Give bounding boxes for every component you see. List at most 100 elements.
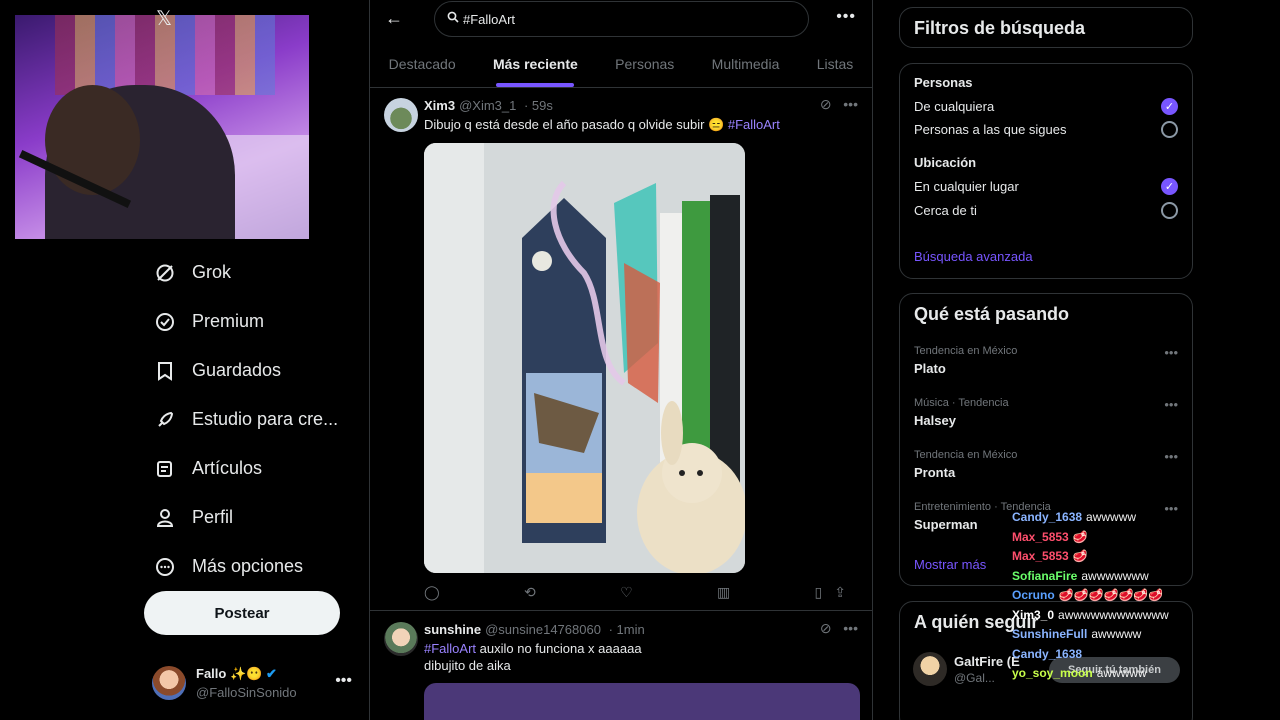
account-name: Fallo ✨😶 ✔	[196, 666, 277, 681]
follow-name: GaltFire (E	[954, 654, 1020, 669]
tweet[interactable]: Xim3 @Xim3_1 · 59s ⊘ ••• Dibujo q está de…	[370, 88, 872, 611]
nav-label: Artículos	[192, 458, 263, 478]
more-dots-icon[interactable]: •••	[1164, 397, 1178, 412]
tweet-author-name[interactable]: Xim3	[424, 98, 455, 113]
nav-item-mas-opciones[interactable]: Más opciones	[144, 542, 354, 591]
panel-title: Qué está pasando	[914, 304, 1070, 324]
more-circle-icon	[154, 556, 176, 578]
x-logo-icon[interactable]: 𝕏	[156, 6, 172, 31]
grok-icon	[154, 262, 176, 284]
more-dots-icon[interactable]: •••	[836, 8, 856, 26]
share-icon[interactable]: ⇪	[834, 584, 858, 600]
nav-item-estudio[interactable]: Estudio para cre...	[144, 395, 354, 444]
bookmark-share-icons: ▯⇪	[815, 584, 858, 601]
retweet-icon[interactable]: ⟲	[524, 584, 536, 601]
avatar[interactable]	[913, 652, 947, 686]
filter-location-near[interactable]: Cerca de ti	[914, 200, 1178, 220]
radio-checked-icon[interactable]: ✓	[1161, 97, 1178, 115]
tweet[interactable]: sunshine @sunsine14768060 · 1min ⊘ ••• #F…	[370, 612, 872, 720]
webcam-head	[45, 85, 140, 195]
tweet-header-icons: ⊘ •••	[820, 620, 858, 637]
tweet-media-image[interactable]	[424, 143, 745, 573]
chat-message: SunshineFull awwwww	[1012, 627, 1142, 641]
tweet-media-image[interactable]	[424, 683, 860, 720]
tab-listas[interactable]: Listas	[798, 44, 872, 87]
left-nav: Grok Premium Guardados Estudio para cre.…	[144, 248, 354, 591]
search-input[interactable]	[434, 1, 809, 37]
avatar	[152, 666, 186, 700]
avatar[interactable]	[384, 98, 418, 132]
chat-message: Candy_1638 awwwww	[1012, 510, 1137, 524]
article-icon	[154, 458, 176, 480]
person-icon	[154, 507, 176, 529]
tab-destacado[interactable]: Destacado	[370, 44, 474, 87]
trend-category: Tendencia en México	[914, 345, 1018, 357]
tweet-time[interactable]: · 1min	[609, 622, 645, 637]
hashtag-link[interactable]: #FalloArt	[424, 641, 476, 656]
nav-item-articulos[interactable]: Artículos	[144, 444, 354, 493]
tweet-time[interactable]: · 59s	[524, 98, 553, 113]
views-icon[interactable]: ▥	[717, 584, 730, 601]
nav-label: Perfil	[192, 507, 234, 527]
more-dots-icon[interactable]: •••	[1164, 345, 1178, 360]
filter-location-heading: Ubicación	[914, 155, 977, 170]
avatar[interactable]	[384, 622, 418, 656]
chat-message: SofianaFire awwwwwww	[1012, 568, 1149, 583]
back-arrow-icon[interactable]: ←	[385, 8, 403, 29]
webcam-overlay	[15, 15, 309, 239]
more-dots-icon[interactable]: •••	[335, 672, 352, 690]
grok-icon[interactable]: ⊘	[820, 96, 832, 112]
tab-mas-reciente[interactable]: Más reciente	[474, 44, 596, 87]
tab-personas[interactable]: Personas	[596, 44, 693, 87]
account-handle: @FalloSinSonido	[196, 685, 297, 700]
app-root: 𝕏 Grok Premium Guardados Estudio para cr…	[0, 0, 1280, 720]
filter-label: Cerca de ti	[914, 202, 977, 218]
stream-chat-overlay: Candy_1638 awwwww Max_5853 🥩 Max_5853 🥩 Sof…	[1012, 508, 1212, 698]
nav-item-grok[interactable]: Grok	[144, 248, 354, 297]
nav-label: Estudio para cre...	[192, 409, 339, 429]
trend-category: Música · Tendencia	[914, 397, 1009, 409]
post-button[interactable]: Postear	[144, 591, 340, 635]
nav-label: Guardados	[192, 360, 282, 380]
trend-name: Plato	[914, 361, 946, 376]
hashtag-link[interactable]: #FalloArt	[728, 117, 780, 132]
filter-label: De cualquiera	[914, 98, 995, 114]
tweet-text: Dibujo q está desde el año pasado q olvi…	[424, 117, 780, 132]
account-switcher[interactable]: Fallo ✨😶 ✔ @FalloSinSonido •••	[152, 660, 362, 706]
chat-message: yo_soy_moon awwwww	[1012, 666, 1147, 680]
tweet-author-handle[interactable]: @Xim3_1	[459, 98, 516, 113]
bookmark-icon[interactable]: ▯	[815, 584, 835, 600]
trend-item[interactable]: Tendencia en México Pronta •••	[914, 449, 1178, 480]
radio-checked-icon[interactable]: ✓	[1161, 177, 1178, 195]
nav-item-premium[interactable]: Premium	[144, 297, 354, 346]
tweet-text: #FalloArt auxilo no funciona x aaaaaa di…	[424, 641, 642, 673]
trend-item[interactable]: Tendencia en México Plato •••	[914, 345, 1178, 376]
tweet-author-name[interactable]: sunshine	[424, 622, 481, 637]
show-more-link[interactable]: Mostrar más	[914, 557, 986, 572]
premium-icon	[154, 311, 176, 333]
radio-icon[interactable]	[1161, 201, 1178, 219]
trend-item[interactable]: Música · Tendencia Halsey •••	[914, 397, 1178, 428]
main-column: ← ••• Destacado Más reciente Personas Mu…	[369, 0, 873, 720]
advanced-search-link[interactable]: Búsqueda avanzada	[914, 249, 1033, 264]
more-dots-icon[interactable]: •••	[1164, 449, 1178, 464]
nav-item-perfil[interactable]: Perfil	[144, 493, 354, 542]
filter-people-any[interactable]: De cualquiera ✓	[914, 96, 1178, 116]
filter-location-any[interactable]: En cualquier lugar ✓	[914, 176, 1178, 196]
trend-name: Halsey	[914, 413, 956, 428]
panel-title: Filtros de búsqueda	[914, 18, 1086, 38]
filter-people-heading: Personas	[914, 75, 973, 90]
tab-multimedia[interactable]: Multimedia	[693, 44, 798, 87]
more-dots-icon[interactable]: •••	[843, 96, 858, 112]
account-text: Fallo ✨😶 ✔ @FalloSinSonido	[196, 666, 297, 700]
more-dots-icon[interactable]: •••	[843, 620, 858, 636]
reply-icon[interactable]: ◯	[424, 584, 440, 601]
chat-message: Candy_1638	[1012, 646, 1083, 661]
follow-handle: @Gal...	[954, 671, 995, 685]
radio-icon[interactable]	[1161, 120, 1178, 138]
nav-item-guardados[interactable]: Guardados	[144, 346, 354, 395]
grok-icon[interactable]: ⊘	[820, 620, 832, 636]
like-icon[interactable]: ♡	[620, 584, 633, 601]
tweet-author-handle[interactable]: @sunsine14768060	[485, 622, 601, 637]
filter-people-following[interactable]: Personas a las que sigues	[914, 119, 1178, 139]
